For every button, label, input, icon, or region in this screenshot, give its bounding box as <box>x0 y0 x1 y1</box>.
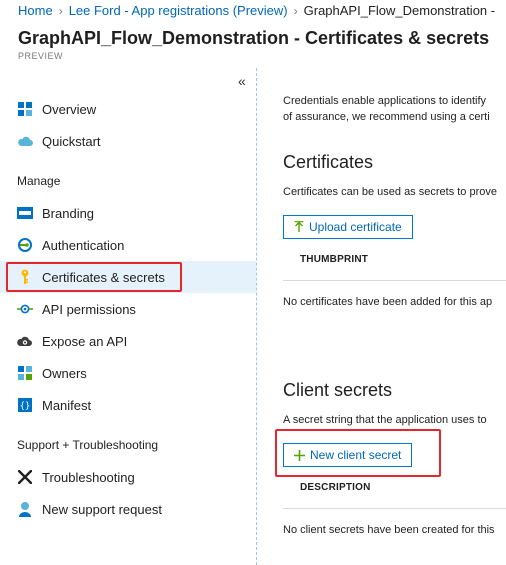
svg-text:{}: {} <box>20 402 31 412</box>
key-icon <box>17 269 33 285</box>
upload-certificate-button[interactable]: Upload certificate <box>283 215 413 239</box>
cloud-icon <box>17 133 33 149</box>
sidebar-item-label: Branding <box>42 205 95 221</box>
main-content: Credentials enable applications to ident… <box>258 68 506 565</box>
sidebar-item-label: Troubleshooting <box>42 469 135 485</box>
sidebar-item-label: Owners <box>42 365 87 381</box>
sidebar-item-label: Expose an API <box>42 333 128 349</box>
sidebar-item-owners[interactable]: Owners <box>0 357 256 389</box>
breadcrumb-separator-icon: › <box>293 4 298 18</box>
sidebar-item-quickstart[interactable]: Quickstart <box>0 125 256 157</box>
column-header-thumbprint: THUMBPRINT <box>300 254 369 265</box>
upload-certificate-label: Upload certificate <box>309 220 402 234</box>
breadcrumb: Home › Lee Ford - App registrations (Previ… <box>0 0 506 22</box>
sidebar: « Overview Quickstart Manage Branding Au… <box>0 68 257 565</box>
breadcrumb-home-link[interactable]: Home <box>18 3 53 18</box>
sidebar-item-branding[interactable]: Branding <box>0 197 256 229</box>
intro-text-line2: of assurance, we recommend using a certi <box>283 111 490 123</box>
wrench-icon <box>17 469 33 485</box>
sidebar-item-overview[interactable]: Overview <box>0 93 256 125</box>
certificates-empty-message: No certificates have been added for this… <box>283 296 493 308</box>
branding-icon <box>17 205 33 221</box>
page-subtitle: PREVIEW <box>18 51 64 61</box>
client-secrets-heading: Client secrets <box>283 380 393 400</box>
breadcrumb-app-registrations-link[interactable]: Lee Ford - App registrations (Preview) <box>69 3 288 18</box>
table-divider <box>283 508 506 509</box>
sidebar-item-api-permissions[interactable]: API permissions <box>0 293 256 325</box>
cloud-gear-icon <box>17 333 33 349</box>
owners-grid-icon <box>17 365 33 381</box>
upload-icon <box>294 221 304 233</box>
certificates-description: Certificates can be used as secrets to p… <box>283 186 497 198</box>
sidebar-item-label: Manifest <box>42 397 92 413</box>
manifest-icon: {} <box>17 397 33 413</box>
intro-text-line1: Credentials enable applications to ident… <box>283 95 487 107</box>
column-header-description: DESCRIPTION <box>300 482 371 493</box>
overview-grid-icon <box>17 101 33 117</box>
sidebar-item-label: Authentication <box>42 237 125 253</box>
sidebar-item-troubleshooting[interactable]: Troubleshooting <box>0 461 256 493</box>
certificates-heading: Certificates <box>283 152 374 172</box>
breadcrumb-separator-icon: › <box>58 4 63 18</box>
new-client-secret-button[interactable]: New client secret <box>283 443 413 467</box>
api-permissions-icon <box>17 301 33 317</box>
sidebar-item-authentication[interactable]: Authentication <box>0 229 256 261</box>
sidebar-item-expose-an-api[interactable]: Expose an API <box>0 325 256 357</box>
sidebar-item-label: Quickstart <box>42 133 101 149</box>
sidebar-item-certificates-secrets[interactable]: Certificates & secrets <box>0 261 256 293</box>
client-secrets-description: A secret string that the application use… <box>283 414 487 426</box>
client-secrets-empty-message: No client secrets have been created for … <box>283 524 495 536</box>
sidebar-item-label: Overview <box>42 101 97 117</box>
sidebar-item-label: New support request <box>42 501 162 517</box>
breadcrumb-current: GraphAPI_Flow_Demonstration - <box>303 3 496 18</box>
collapse-sidebar-button[interactable]: « <box>238 74 246 88</box>
sidebar-item-manifest[interactable]: {} Manifest <box>0 389 256 421</box>
sidebar-item-label: Certificates & secrets <box>42 269 165 285</box>
sidebar-item-new-support-request[interactable]: New support request <box>0 493 256 525</box>
plus-icon <box>294 449 305 461</box>
table-divider <box>283 280 506 281</box>
page-title: GraphAPI_Flow_Demonstration - Certificat… <box>18 28 490 48</box>
support-person-icon <box>17 501 33 517</box>
sidebar-item-label: API permissions <box>42 301 136 317</box>
new-client-secret-label: New client secret <box>310 448 402 462</box>
section-heading-manage: Manage <box>17 174 61 188</box>
section-heading-support: Support + Troubleshooting <box>17 438 159 452</box>
authentication-icon <box>17 237 33 253</box>
